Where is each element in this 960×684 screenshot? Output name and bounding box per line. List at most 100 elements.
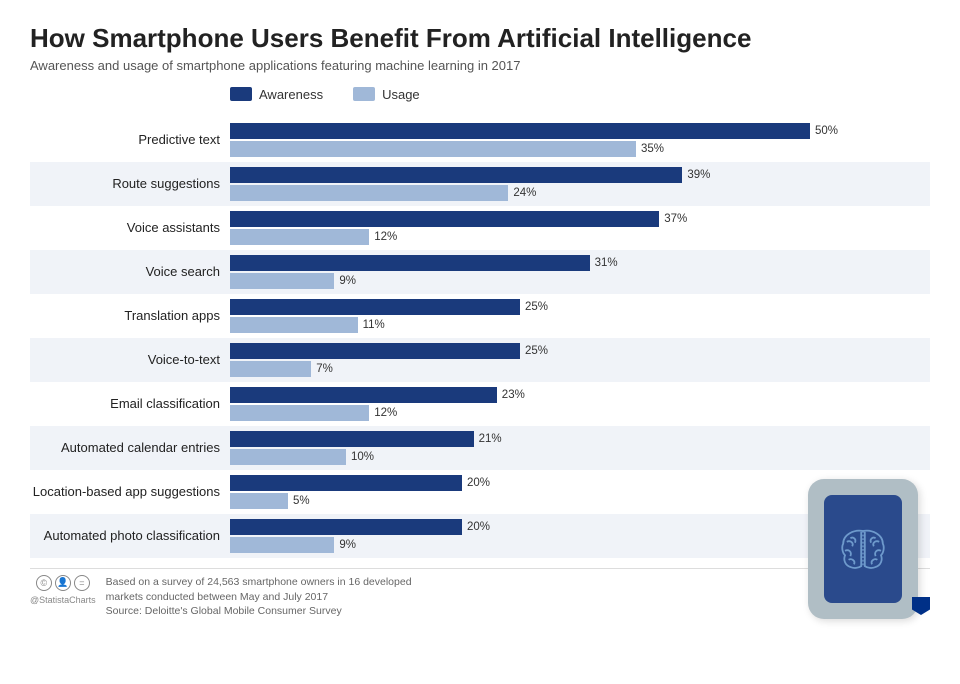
bar-label-9: Automated photo classification bbox=[30, 528, 230, 544]
usage-value-4: 11% bbox=[363, 319, 385, 331]
awareness-bar-row-0: 50% bbox=[230, 123, 930, 139]
bar-group-3: 31% 9% bbox=[230, 255, 930, 289]
usage-value-1: 24% bbox=[513, 187, 536, 199]
phone-illustration bbox=[808, 479, 918, 619]
awareness-bar-7 bbox=[230, 431, 474, 447]
bar-group-4: 25% 11% bbox=[230, 299, 930, 333]
usage-bar-5 bbox=[230, 361, 311, 377]
usage-bar-6 bbox=[230, 405, 369, 421]
usage-bar-row-6: 12% bbox=[230, 405, 930, 421]
awareness-value-0: 50% bbox=[815, 125, 838, 137]
awareness-bar-row-6: 23% bbox=[230, 387, 930, 403]
usage-value-0: 35% bbox=[641, 143, 664, 155]
bar-row-6: Email classification 23% 12% bbox=[30, 382, 930, 426]
bar-group-5: 25%7% bbox=[230, 343, 930, 377]
chart-footer: © 👤 = @StatistaCharts Based on a survey … bbox=[30, 568, 930, 619]
awareness-bar-6 bbox=[230, 387, 497, 403]
usage-value-2: 12% bbox=[374, 231, 397, 243]
chart-title: How Smartphone Users Benefit From Artifi… bbox=[30, 24, 930, 54]
awareness-bar-9 bbox=[230, 519, 462, 535]
bar-label-2: Voice assistants bbox=[30, 220, 230, 236]
source-line1: Based on a survey of 24,563 smartphone o… bbox=[106, 575, 412, 590]
awareness-value-7: 21% bbox=[479, 433, 502, 445]
usage-value-6: 12% bbox=[374, 407, 397, 419]
bar-group-2: 37% 12% bbox=[230, 211, 930, 245]
usage-label: Usage bbox=[382, 87, 420, 102]
bar-row-2: Voice assistants 37% 12% bbox=[30, 206, 930, 250]
bars-area: Predictive text 50% 35% Route suggestions 39… bbox=[30, 118, 930, 558]
usage-bar-7 bbox=[230, 449, 346, 465]
awareness-value-1: 39% bbox=[687, 169, 710, 181]
usage-value-9: 9% bbox=[339, 539, 356, 551]
source-line3: Source: Deloitte's Global Mobile Consume… bbox=[106, 604, 412, 619]
usage-bar-2 bbox=[230, 229, 369, 245]
statista-charts-label: @StatistaCharts bbox=[30, 595, 96, 605]
usage-bar-3 bbox=[230, 273, 334, 289]
footer-left: © 👤 = @StatistaCharts Based on a survey … bbox=[30, 575, 412, 619]
awareness-bar-row-7: 21% bbox=[230, 431, 930, 447]
usage-bar-row-0: 35% bbox=[230, 141, 930, 157]
awareness-bar-row-5: 25% bbox=[230, 343, 930, 359]
footer-source: Based on a survey of 24,563 smartphone o… bbox=[106, 575, 412, 619]
chart-container: How Smartphone Users Benefit From Artifi… bbox=[0, 0, 960, 684]
awareness-bar-5 bbox=[230, 343, 520, 359]
bar-label-3: Voice search bbox=[30, 264, 230, 280]
awareness-bar-8 bbox=[230, 475, 462, 491]
bar-group-6: 23% 12% bbox=[230, 387, 930, 421]
usage-bar-0 bbox=[230, 141, 636, 157]
bar-row-5: Voice-to-text25%7% bbox=[30, 338, 930, 382]
usage-value-5: 7% bbox=[316, 363, 333, 375]
cc-icon: © bbox=[36, 575, 52, 591]
bar-label-1: Route suggestions bbox=[30, 176, 230, 192]
usage-bar-8 bbox=[230, 493, 288, 509]
legend-usage: Usage bbox=[353, 87, 420, 102]
legend-awareness: Awareness bbox=[230, 87, 323, 102]
awareness-value-3: 31% bbox=[595, 257, 618, 269]
bar-group-7: 21% 10% bbox=[230, 431, 930, 465]
awareness-value-4: 25% bbox=[525, 301, 548, 313]
bar-row-3: Voice search 31% 9% bbox=[30, 250, 930, 294]
bar-row-1: Route suggestions 39% 24% bbox=[30, 162, 930, 206]
person-icon: 👤 bbox=[55, 575, 71, 591]
usage-bar-4 bbox=[230, 317, 358, 333]
bar-group-0: 50% 35% bbox=[230, 123, 930, 157]
awareness-bar-2 bbox=[230, 211, 659, 227]
usage-bar-1 bbox=[230, 185, 508, 201]
awareness-value-2: 37% bbox=[664, 213, 687, 225]
awareness-value-6: 23% bbox=[502, 389, 525, 401]
phone-body bbox=[808, 479, 918, 619]
usage-bar-row-2: 12% bbox=[230, 229, 930, 245]
awareness-value-9: 20% bbox=[467, 521, 490, 533]
bar-label-8: Location-based app suggestions bbox=[30, 484, 230, 500]
source-line2: markets conducted between May and July 2… bbox=[106, 590, 412, 605]
usage-value-3: 9% bbox=[339, 275, 356, 287]
awareness-bar-3 bbox=[230, 255, 590, 271]
bar-label-4: Translation apps bbox=[30, 308, 230, 324]
phone-screen bbox=[824, 495, 902, 603]
usage-bar-9 bbox=[230, 537, 334, 553]
usage-swatch bbox=[353, 87, 375, 101]
usage-bar-row-3: 9% bbox=[230, 273, 930, 289]
chart-legend: Awareness Usage bbox=[230, 87, 930, 102]
bar-row-0: Predictive text 50% 35% bbox=[30, 118, 930, 162]
usage-bar-row-7: 10% bbox=[230, 449, 930, 465]
bar-row-4: Translation apps 25% 11% bbox=[30, 294, 930, 338]
chart-subtitle: Awareness and usage of smartphone applic… bbox=[30, 58, 930, 73]
awareness-bar-0 bbox=[230, 123, 810, 139]
usage-bar-row-1: 24% bbox=[230, 185, 930, 201]
usage-bar-row-4: 11% bbox=[230, 317, 930, 333]
bar-row-7: Automated calendar entries21%10% bbox=[30, 426, 930, 470]
bar-label-6: Email classification bbox=[30, 396, 230, 412]
awareness-bar-row-4: 25% bbox=[230, 299, 930, 315]
awareness-value-8: 20% bbox=[467, 477, 490, 489]
usage-value-7: 10% bbox=[351, 451, 374, 463]
cc-icons: © 👤 = @StatistaCharts bbox=[30, 575, 96, 605]
bar-row-8: Location-based app suggestions20%5% bbox=[30, 470, 930, 514]
awareness-bar-row-1: 39% bbox=[230, 167, 930, 183]
bar-label-0: Predictive text bbox=[30, 132, 230, 148]
brain-icon bbox=[836, 522, 890, 576]
awareness-bar-row-2: 37% bbox=[230, 211, 930, 227]
awareness-swatch bbox=[230, 87, 252, 101]
equals-icon: = bbox=[74, 575, 90, 591]
awareness-bar-1 bbox=[230, 167, 682, 183]
